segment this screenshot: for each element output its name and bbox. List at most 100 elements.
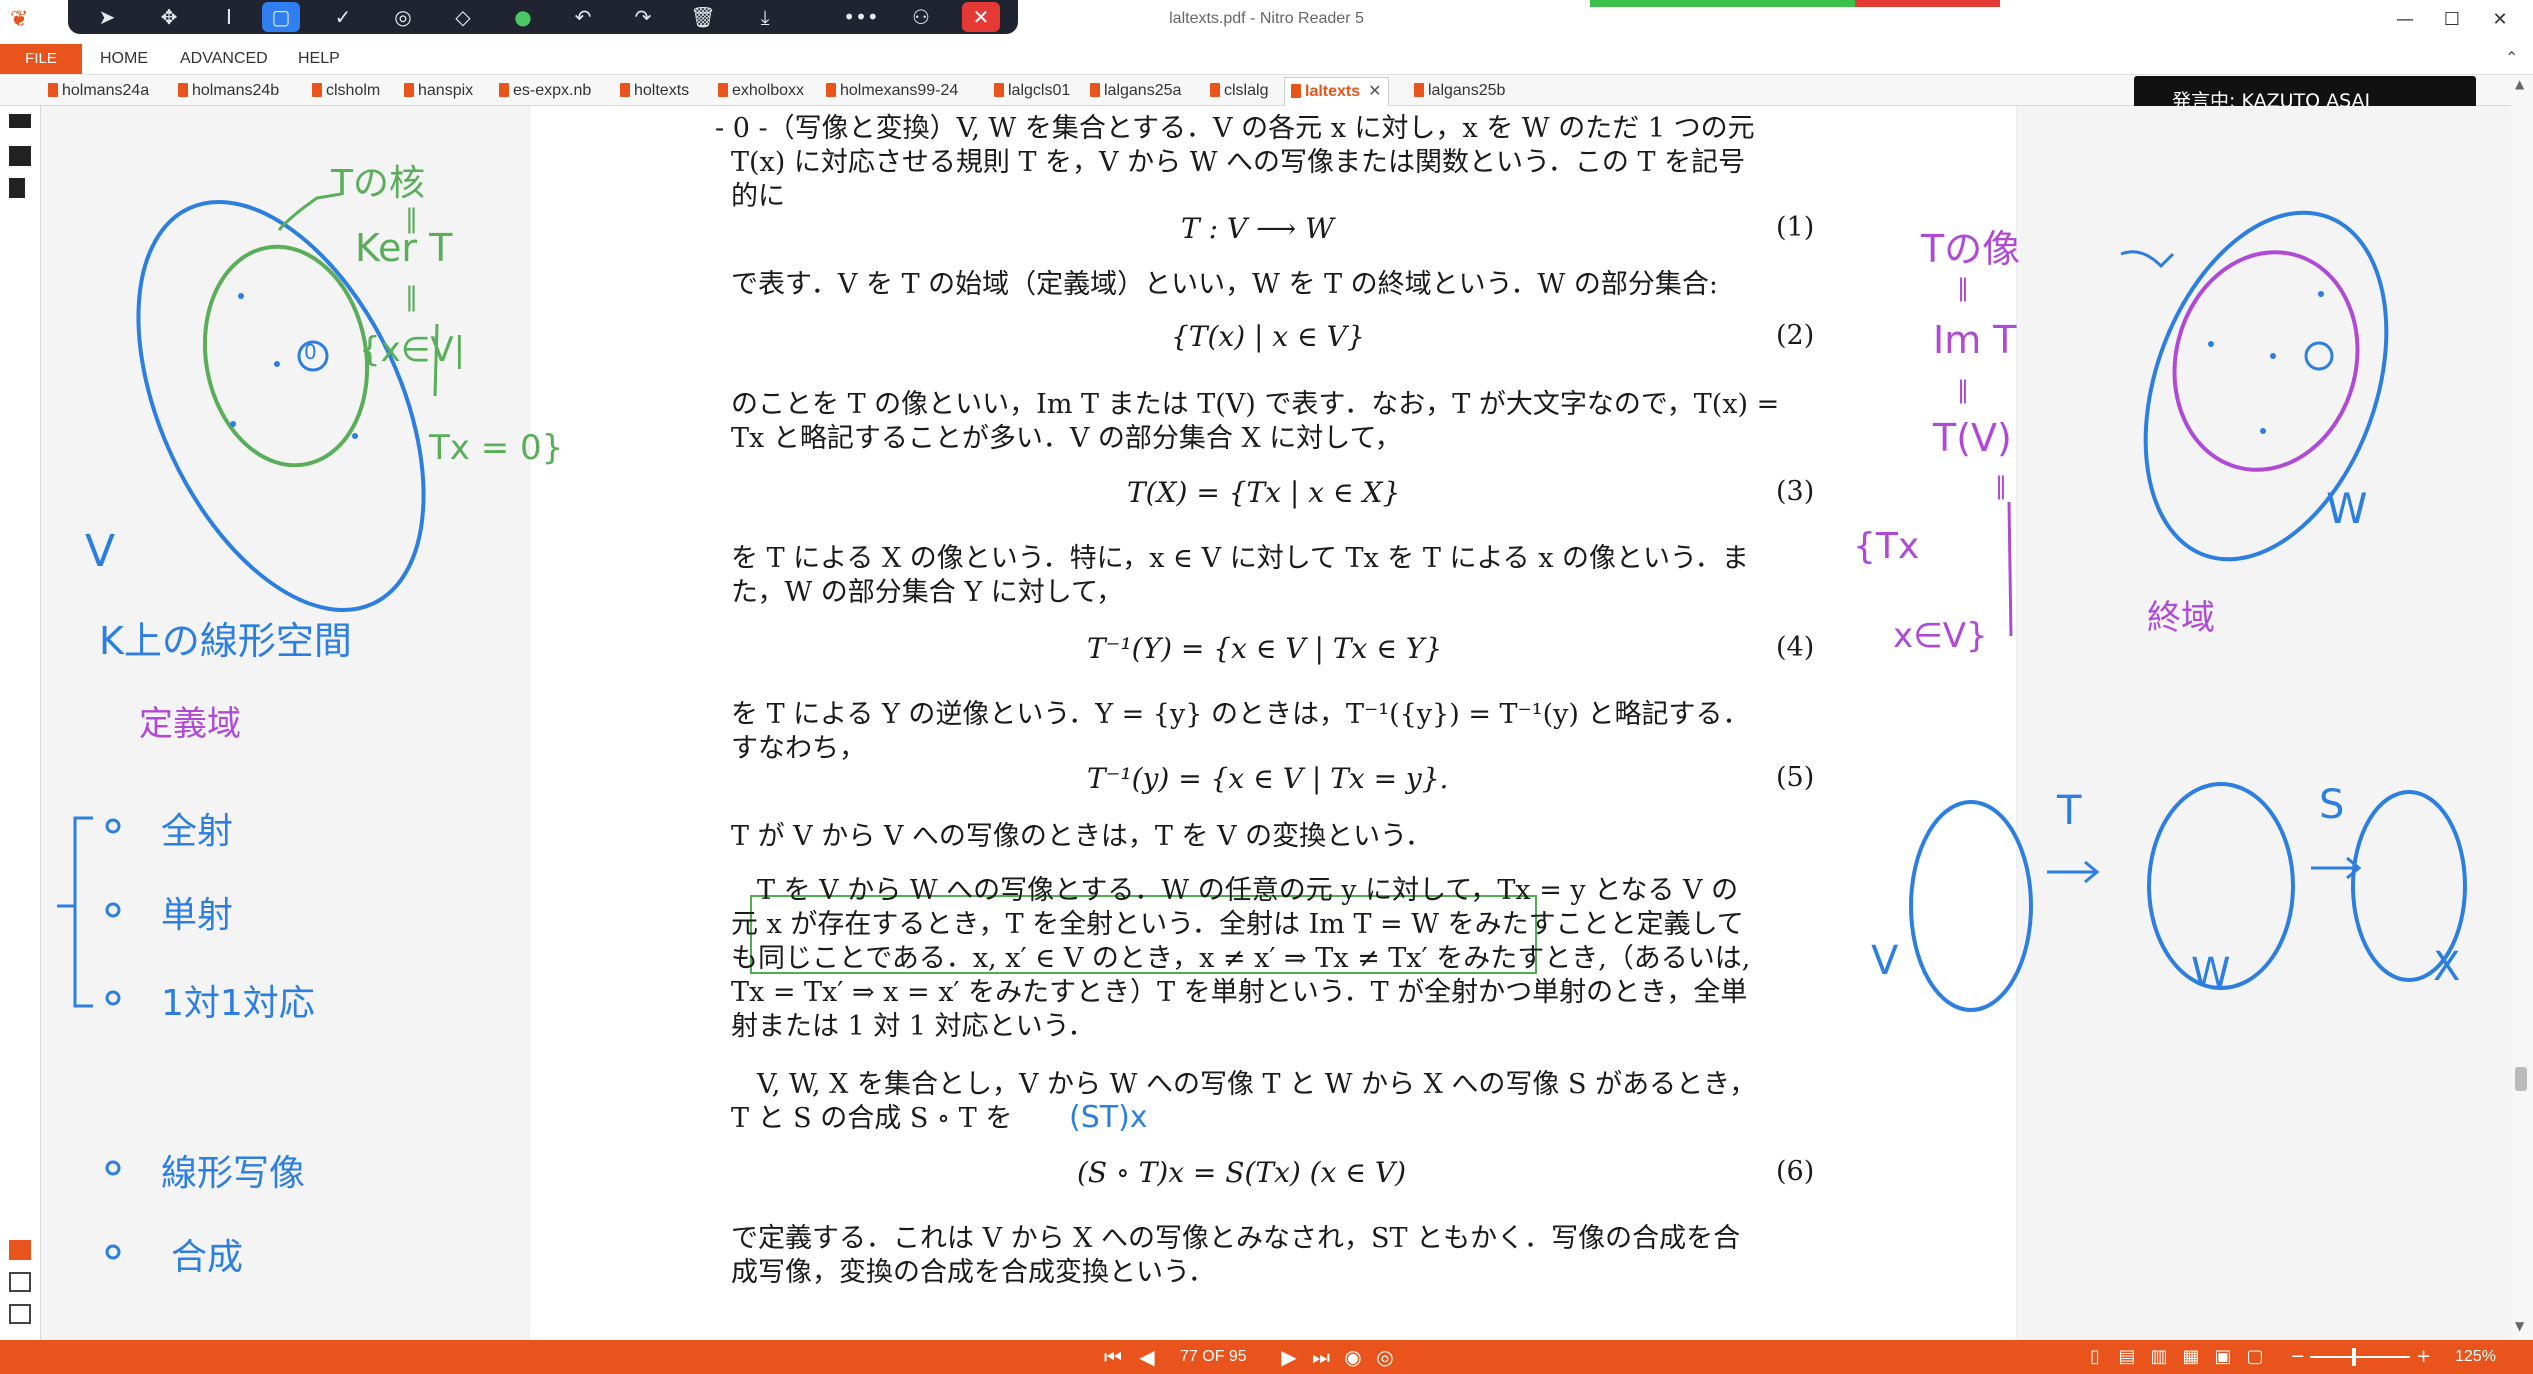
scroll-down-icon[interactable]: ▼ bbox=[2515, 1319, 2524, 1333]
doc-tab-label: lalgcls01 bbox=[1008, 82, 1071, 99]
forward-view-icon[interactable]: ◎ bbox=[1372, 1345, 1398, 1369]
continuous-view-icon[interactable]: ▤ bbox=[2116, 1346, 2138, 1368]
facing-continuous-view-icon[interactable]: ▦ bbox=[2180, 1346, 2202, 1368]
doc-tab-holmans24b[interactable]: holmans24b bbox=[178, 79, 279, 103]
doc-tab-label: holtexts bbox=[634, 82, 690, 99]
doc-tab-hanspix[interactable]: hanspix bbox=[404, 79, 473, 103]
ink-comp-V: V bbox=[1871, 938, 1899, 984]
close-toolbar-icon[interactable]: ✕ bbox=[962, 2, 1000, 32]
document-viewer[interactable]: - 0 -（写像と変換）V, W を集合とする．V の各元 x に対し，x を … bbox=[41, 106, 2511, 1340]
output-icon[interactable] bbox=[9, 1304, 31, 1324]
ink-image-title: Tの像 bbox=[1921, 227, 2021, 271]
scroll-up-icon[interactable]: ▲ bbox=[2515, 77, 2524, 91]
ink-image-set-bottom: x∈V} bbox=[1893, 616, 1988, 656]
doc-tab-clsholm[interactable]: clsholm bbox=[312, 79, 380, 103]
doc-tab-label: clslalg bbox=[1224, 82, 1269, 99]
bookmarks-icon[interactable] bbox=[9, 178, 25, 198]
zoom-level[interactable]: 125% bbox=[2455, 1348, 2496, 1366]
ink-bullet bbox=[105, 1244, 121, 1260]
doc-tab-clslalg[interactable]: clslalg bbox=[1210, 79, 1268, 103]
page-indicator[interactable]: 77 OF 95 bbox=[1180, 1348, 1247, 1366]
previous-page-icon[interactable]: ◀ bbox=[1134, 1345, 1160, 1369]
ink-kernel-set: {x∈V| bbox=[359, 330, 466, 370]
doc-tab-holtexts[interactable]: holtexts bbox=[620, 79, 689, 103]
color-dot-icon[interactable]: ● bbox=[504, 2, 542, 32]
doc-tab-label: holmexans99-24 bbox=[840, 82, 959, 99]
select-arrow-icon[interactable]: ➤ bbox=[88, 2, 126, 32]
download-icon[interactable]: ⤓ bbox=[746, 2, 784, 32]
doc-tab-lalgans25b[interactable]: lalgans25b bbox=[1414, 79, 1505, 103]
ink-ellipse-kernel bbox=[202, 244, 370, 468]
ink-zero-label: 0 bbox=[304, 340, 317, 364]
doc-tab-holmexans[interactable]: holmexans99-24 bbox=[826, 79, 958, 103]
eraser-icon[interactable]: ◇ bbox=[444, 2, 482, 32]
first-page-icon[interactable]: ⏮ bbox=[1100, 1345, 1126, 1369]
ink-vector-space: K上の線形空間 bbox=[99, 619, 352, 663]
stamp-icon[interactable] bbox=[9, 114, 31, 128]
single-page-view-icon[interactable]: ▯ bbox=[2084, 1346, 2106, 1368]
back-view-icon[interactable]: ◉ bbox=[1340, 1345, 1366, 1369]
ink-zero-circle bbox=[2304, 341, 2334, 371]
fields-icon[interactable] bbox=[9, 1272, 31, 1292]
presence-bar-red bbox=[1855, 0, 2000, 7]
file-tab[interactable]: FILE bbox=[0, 44, 82, 74]
tab-advanced[interactable]: ADVANCED bbox=[180, 44, 268, 74]
fit-width-icon[interactable]: ▢ bbox=[2244, 1346, 2266, 1368]
target-icon[interactable]: ◎ bbox=[384, 2, 422, 32]
close-tab-icon[interactable]: ✕ bbox=[1368, 83, 1381, 100]
tab-help[interactable]: HELP bbox=[298, 44, 340, 74]
move-icon[interactable]: ✥ bbox=[150, 2, 188, 32]
doc-tab-laltexts[interactable]: laltexts ✕ bbox=[1284, 77, 1389, 106]
ink-ellipse-comp-V bbox=[1909, 800, 2033, 1012]
ink-ker-T: Ker T bbox=[355, 226, 453, 270]
doc-tab-lalgcls01[interactable]: lalgcls01 bbox=[994, 79, 1070, 103]
pdf-icon bbox=[404, 83, 414, 97]
more-icon[interactable]: ••• bbox=[842, 2, 880, 32]
pdf-icon bbox=[178, 83, 188, 97]
doc-tab-holmans24a[interactable]: holmans24a bbox=[48, 79, 149, 103]
ink-dot bbox=[2270, 353, 2276, 359]
text-cursor-icon[interactable]: I bbox=[210, 2, 248, 32]
ink-comp-W: W bbox=[2191, 950, 2231, 996]
trash-icon[interactable]: 🗑 bbox=[684, 2, 722, 32]
next-page-icon[interactable]: ▶ bbox=[1276, 1345, 1302, 1369]
ink-surjective: 全射 bbox=[161, 811, 234, 852]
ink-pointer-line bbox=[2120, 250, 2175, 269]
tab-home[interactable]: HOME bbox=[100, 44, 148, 74]
redo-icon[interactable]: ↷ bbox=[624, 2, 662, 32]
close-button[interactable]: ✕ bbox=[2480, 6, 2520, 34]
pdf-icon bbox=[499, 83, 509, 97]
ink-arrow-S bbox=[2311, 856, 2362, 880]
comments-icon[interactable] bbox=[9, 1240, 31, 1260]
doc-tab-lalgans25a[interactable]: lalgans25a bbox=[1090, 79, 1181, 103]
doc-tab-exholboxx[interactable]: exholboxx bbox=[718, 79, 804, 103]
ink-image-set-left: {Tx bbox=[1853, 526, 1920, 567]
ink-equals-mark: ‖ bbox=[1957, 376, 1969, 404]
doc-tab-label: holmans24a bbox=[62, 82, 150, 99]
maximize-button[interactable]: ☐ bbox=[2432, 6, 2472, 34]
ink-W-label: W bbox=[2326, 484, 2368, 533]
ink-im-T: Im T bbox=[1933, 318, 2017, 362]
check-icon[interactable]: ✓ bbox=[324, 2, 362, 32]
share-icon[interactable]: ⚇ bbox=[902, 2, 940, 32]
scroll-thumb[interactable] bbox=[2515, 1067, 2527, 1091]
minimize-button[interactable]: — bbox=[2385, 6, 2425, 34]
zoom-in-icon[interactable]: + bbox=[2416, 1346, 2431, 1367]
zoom-slider[interactable] bbox=[2310, 1356, 2410, 1358]
collapse-ribbon-icon[interactable]: ⌃ bbox=[2505, 48, 2518, 67]
fit-page-icon[interactable]: ▣ bbox=[2212, 1346, 2234, 1368]
zoom-out-icon[interactable]: − bbox=[2290, 1346, 2305, 1367]
undo-icon[interactable]: ↶ bbox=[564, 2, 602, 32]
ink-equals-mark: ‖ bbox=[405, 204, 418, 234]
rectangle-tool-icon[interactable]: ▢ bbox=[262, 2, 300, 32]
ink-st-x: (ST)x bbox=[1069, 1100, 1148, 1135]
facing-view-icon[interactable]: ▥ bbox=[2148, 1346, 2170, 1368]
pages-icon[interactable] bbox=[9, 146, 31, 166]
ink-equals-mark: ‖ bbox=[1995, 472, 2007, 500]
vertical-scrollbar[interactable]: ▲ ▼ bbox=[2511, 75, 2533, 1340]
last-page-icon[interactable]: ⏭ bbox=[1308, 1345, 1334, 1369]
zoom-slider-thumb[interactable] bbox=[2352, 1348, 2356, 1366]
ink-ellipse-image bbox=[2172, 250, 2360, 472]
ink-comp-X: X bbox=[2433, 944, 2461, 990]
doc-tab-es-expx[interactable]: es-expx.nb bbox=[499, 79, 591, 103]
